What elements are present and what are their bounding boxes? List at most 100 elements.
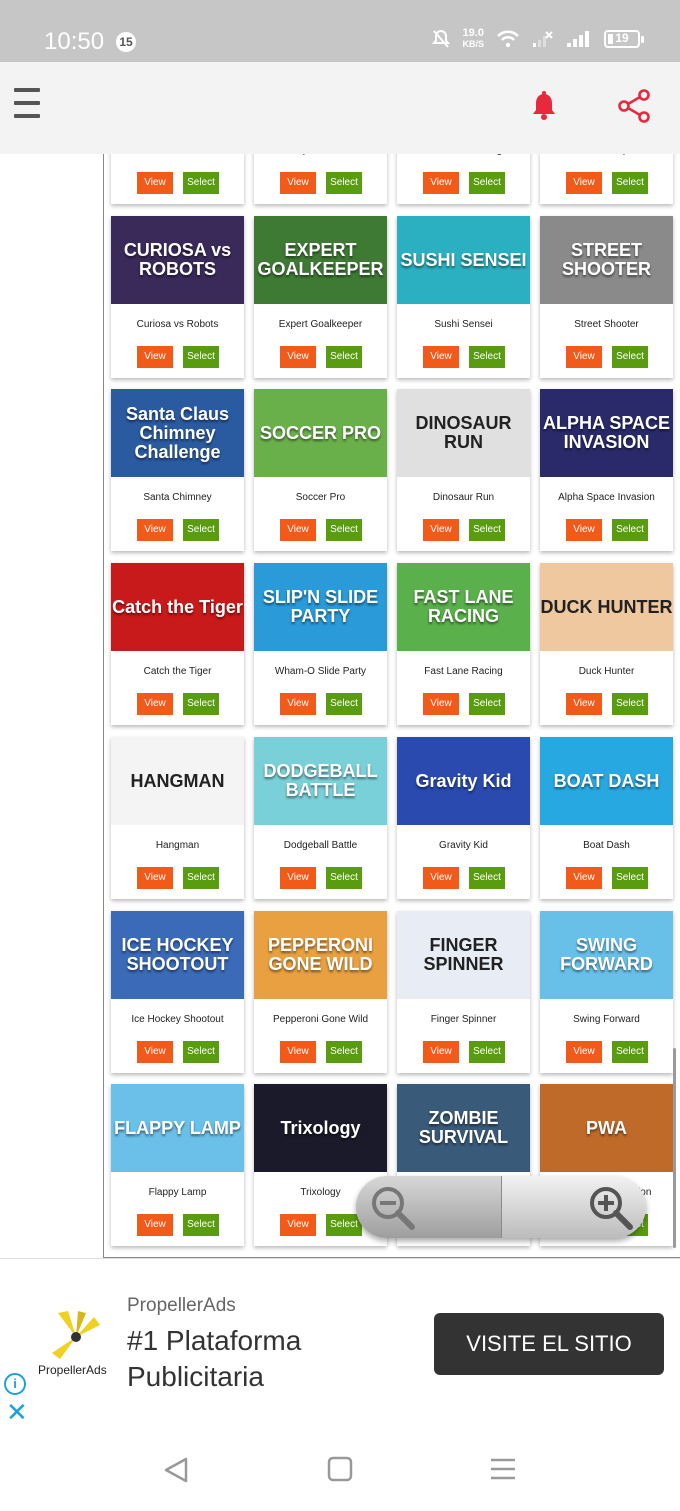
select-button[interactable]: Select — [612, 1041, 648, 1063]
view-button[interactable]: View — [137, 693, 173, 715]
hamburger-icon[interactable] — [14, 88, 40, 122]
game-thumbnail[interactable]: SUSHI SENSEI — [397, 216, 530, 304]
game-thumbnail[interactable]: ZOMBIE SURVIVAL — [397, 1084, 530, 1172]
view-button[interactable]: View — [566, 519, 602, 541]
view-button[interactable]: View — [280, 519, 316, 541]
select-button[interactable]: Select — [469, 172, 505, 194]
view-button[interactable]: View — [423, 1041, 459, 1063]
game-thumbnail[interactable]: FLAPPY LAMP — [111, 1084, 244, 1172]
view-button[interactable]: View — [280, 693, 316, 715]
game-card[interactable]: Santa Claus Chimney Challenge Santa Chimn… — [111, 389, 244, 551]
game-card[interactable]: FLAPPY LAMP Flappy Lamp View Select — [111, 1084, 244, 1246]
game-card[interactable]: DINOSAUR RUN Dinosaur Run View Select — [397, 389, 530, 551]
game-thumbnail[interactable]: FAST LANE RACING — [397, 563, 530, 651]
games-panel[interactable]: Duck Carnival ShootViewSelectPaper Plane… — [103, 154, 680, 1258]
game-card[interactable]: STREET SHOOTER Street Shooter View Select — [540, 216, 673, 378]
select-button[interactable]: Select — [326, 519, 362, 541]
select-button[interactable]: Select — [612, 867, 648, 889]
view-button[interactable]: View — [280, 867, 316, 889]
ad-close-icon[interactable]: ✕ — [6, 1399, 28, 1425]
game-thumbnail[interactable]: DINOSAUR RUN — [397, 389, 530, 477]
zoom-out-button[interactable] — [356, 1176, 501, 1238]
menu-lines-icon[interactable] — [490, 1456, 516, 1482]
game-thumbnail[interactable]: PEPPERONI GONE WILD — [254, 911, 387, 999]
view-button[interactable]: View — [566, 172, 602, 194]
select-button[interactable]: Select — [183, 519, 219, 541]
game-thumbnail[interactable]: DUCK HUNTER — [540, 563, 673, 651]
view-button[interactable]: View — [137, 1214, 173, 1236]
game-thumbnail[interactable]: Trixology — [254, 1084, 387, 1172]
game-card[interactable]: SOCCER PRO Soccer Pro View Select — [254, 389, 387, 551]
view-button[interactable]: View — [566, 1041, 602, 1063]
view-button[interactable]: View — [566, 693, 602, 715]
game-card[interactable]: SWING FORWARD Swing Forward View Select — [540, 911, 673, 1073]
game-card[interactable]: PEPPERONI GONE WILD Pepperoni Gone Wild Vi… — [254, 911, 387, 1073]
game-card[interactable]: Numbers Challenge View Select — [397, 154, 530, 204]
game-thumbnail[interactable]: Santa Claus Chimney Challenge — [111, 389, 244, 477]
zoom-in-button[interactable] — [501, 1176, 646, 1238]
view-button[interactable]: View — [137, 1041, 173, 1063]
select-button[interactable]: Select — [326, 346, 362, 368]
game-thumbnail[interactable]: SOCCER PRO — [254, 389, 387, 477]
select-button[interactable]: Select — [183, 346, 219, 368]
game-card[interactable]: Catch the Tiger Catch the Tiger View Select — [111, 563, 244, 725]
game-thumbnail[interactable]: SLIP'N SLIDE PARTY — [254, 563, 387, 651]
select-button[interactable]: Select — [183, 172, 219, 194]
game-card[interactable]: EXPERT GOALKEEPER Expert Goalkeeper View Se… — [254, 216, 387, 378]
select-button[interactable]: Select — [183, 1041, 219, 1063]
game-card[interactable]: ALPHA SPACE INVASION Alpha Space Invasion… — [540, 389, 673, 551]
game-thumbnail[interactable]: DODGEBALL BATTLE — [254, 737, 387, 825]
ad-cta-button[interactable]: VISITE EL SITIO — [434, 1313, 664, 1375]
select-button[interactable]: Select — [469, 1041, 505, 1063]
view-button[interactable]: View — [566, 867, 602, 889]
scrollbar[interactable] — [673, 1048, 676, 1248]
game-thumbnail[interactable]: PWA — [540, 1084, 673, 1172]
game-card[interactable]: SUSHI SENSEI Sushi Sensei View Select — [397, 216, 530, 378]
game-card[interactable]: CURIOSA vs ROBOTS Curiosa vs Robots View Se… — [111, 216, 244, 378]
view-button[interactable]: View — [423, 867, 459, 889]
game-card[interactable]: Gravity Kid Gravity Kid View Select — [397, 737, 530, 899]
game-card[interactable]: FAST LANE RACING Fast Lane Racing View Sele… — [397, 563, 530, 725]
select-button[interactable]: Select — [612, 172, 648, 194]
game-card[interactable]: DUCK HUNTER Duck Hunter View Select — [540, 563, 673, 725]
game-card[interactable]: BOAT DASH Boat Dash View Select — [540, 737, 673, 899]
ad-info-icon[interactable]: i — [4, 1373, 26, 1395]
game-thumbnail[interactable]: ALPHA SPACE INVASION — [540, 389, 673, 477]
ad-banner[interactable]: PropellerAds PropellerAds #1 Plataforma … — [0, 1258, 680, 1428]
view-button[interactable]: View — [423, 693, 459, 715]
select-button[interactable]: Select — [183, 1214, 219, 1236]
back-triangle-icon[interactable] — [162, 1456, 190, 1484]
game-thumbnail[interactable]: CURIOSA vs ROBOTS — [111, 216, 244, 304]
game-thumbnail[interactable]: Catch the Tiger — [111, 563, 244, 651]
view-button[interactable]: View — [423, 172, 459, 194]
game-card[interactable]: FINGER SPINNER Finger Spinner View Select — [397, 911, 530, 1073]
select-button[interactable]: Select — [469, 519, 505, 541]
select-button[interactable]: Select — [612, 519, 648, 541]
game-card[interactable]: HANGMAN Hangman View Select — [111, 737, 244, 899]
home-square-icon[interactable] — [327, 1456, 353, 1482]
select-button[interactable]: Select — [469, 693, 505, 715]
game-thumbnail[interactable]: STREET SHOOTER — [540, 216, 673, 304]
game-thumbnail[interactable]: FINGER SPINNER — [397, 911, 530, 999]
game-thumbnail[interactable]: SWING FORWARD — [540, 911, 673, 999]
game-thumbnail[interactable]: HANGMAN — [111, 737, 244, 825]
view-button[interactable]: View — [137, 867, 173, 889]
select-button[interactable]: Select — [326, 172, 362, 194]
view-button[interactable]: View — [137, 346, 173, 368]
select-button[interactable]: Select — [469, 346, 505, 368]
game-card[interactable]: Ludo Champion View Select — [540, 154, 673, 204]
select-button[interactable]: Select — [326, 1041, 362, 1063]
select-button[interactable]: Select — [612, 346, 648, 368]
select-button[interactable]: Select — [183, 693, 219, 715]
game-card[interactable]: DODGEBALL BATTLE Dodgeball Battle View Sele… — [254, 737, 387, 899]
view-button[interactable]: View — [137, 172, 173, 194]
select-button[interactable]: Select — [612, 693, 648, 715]
bell-icon[interactable] — [531, 91, 557, 121]
game-thumbnail[interactable]: BOAT DASH — [540, 737, 673, 825]
view-button[interactable]: View — [280, 172, 316, 194]
view-button[interactable]: View — [280, 1214, 316, 1236]
game-card[interactable]: ICE HOCKEY SHOOTOUT Ice Hockey Shootout Vi… — [111, 911, 244, 1073]
view-button[interactable]: View — [137, 519, 173, 541]
game-card[interactable]: SLIP'N SLIDE PARTY Wham-O Slide Party View… — [254, 563, 387, 725]
view-button[interactable]: View — [566, 346, 602, 368]
